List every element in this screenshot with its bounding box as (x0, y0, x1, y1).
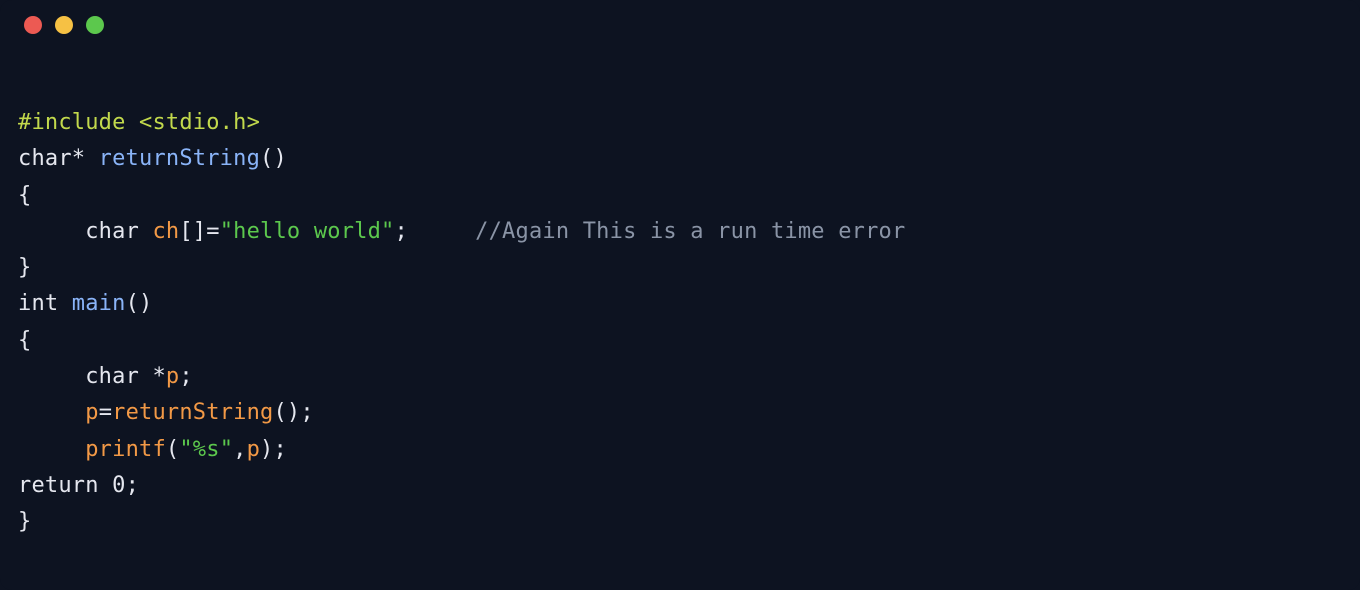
func-returnString: returnString (99, 146, 260, 171)
var-p: p (247, 437, 260, 462)
star: * (72, 146, 99, 171)
space (139, 219, 152, 244)
var-p: p (85, 400, 98, 425)
funccall-printf: printf (85, 437, 166, 462)
keyword-char: char (85, 364, 139, 389)
var-p: p (166, 364, 179, 389)
keyword-char: char (18, 146, 72, 171)
close-icon[interactable] (24, 16, 42, 34)
parens: (); (273, 400, 313, 425)
keyword-return: return (18, 473, 99, 498)
indent (18, 400, 85, 425)
funccall-returnString: returnString (112, 400, 273, 425)
brace-close: } (18, 255, 31, 280)
parens: () (260, 146, 287, 171)
star: * (152, 364, 165, 389)
editor-window: #include <stdio.h> char* returnString() … (0, 0, 1360, 590)
keyword-char: char (85, 219, 139, 244)
indent (18, 437, 85, 462)
code-editor[interactable]: #include <stdio.h> char* returnString() … (0, 50, 1360, 559)
indent (18, 219, 85, 244)
keyword-int: int (18, 291, 58, 316)
indent (18, 364, 85, 389)
brackets: []= (179, 219, 219, 244)
brace-close: } (18, 509, 31, 534)
preproc-include: #include <stdio.h> (18, 110, 260, 135)
var-ch: ch (152, 219, 179, 244)
parens: () (126, 291, 153, 316)
func-main: main (72, 291, 126, 316)
comma: , (233, 437, 246, 462)
semicolon: ; (126, 473, 139, 498)
space (99, 473, 112, 498)
window-titlebar (0, 0, 1360, 50)
space (139, 364, 152, 389)
paren-open: ( (166, 437, 179, 462)
brace-open: { (18, 328, 31, 353)
minimize-icon[interactable] (55, 16, 73, 34)
paren-close: ); (260, 437, 287, 462)
brace-open: { (18, 183, 31, 208)
semicolon: ; (179, 364, 192, 389)
comment: //Again This is a run time error (475, 219, 905, 244)
number-zero: 0 (112, 473, 125, 498)
space (58, 291, 71, 316)
maximize-icon[interactable] (86, 16, 104, 34)
string-fmt: "%s" (179, 437, 233, 462)
string-hello: "hello world" (220, 219, 395, 244)
semicolon: ; (395, 219, 476, 244)
equals: = (99, 400, 112, 425)
